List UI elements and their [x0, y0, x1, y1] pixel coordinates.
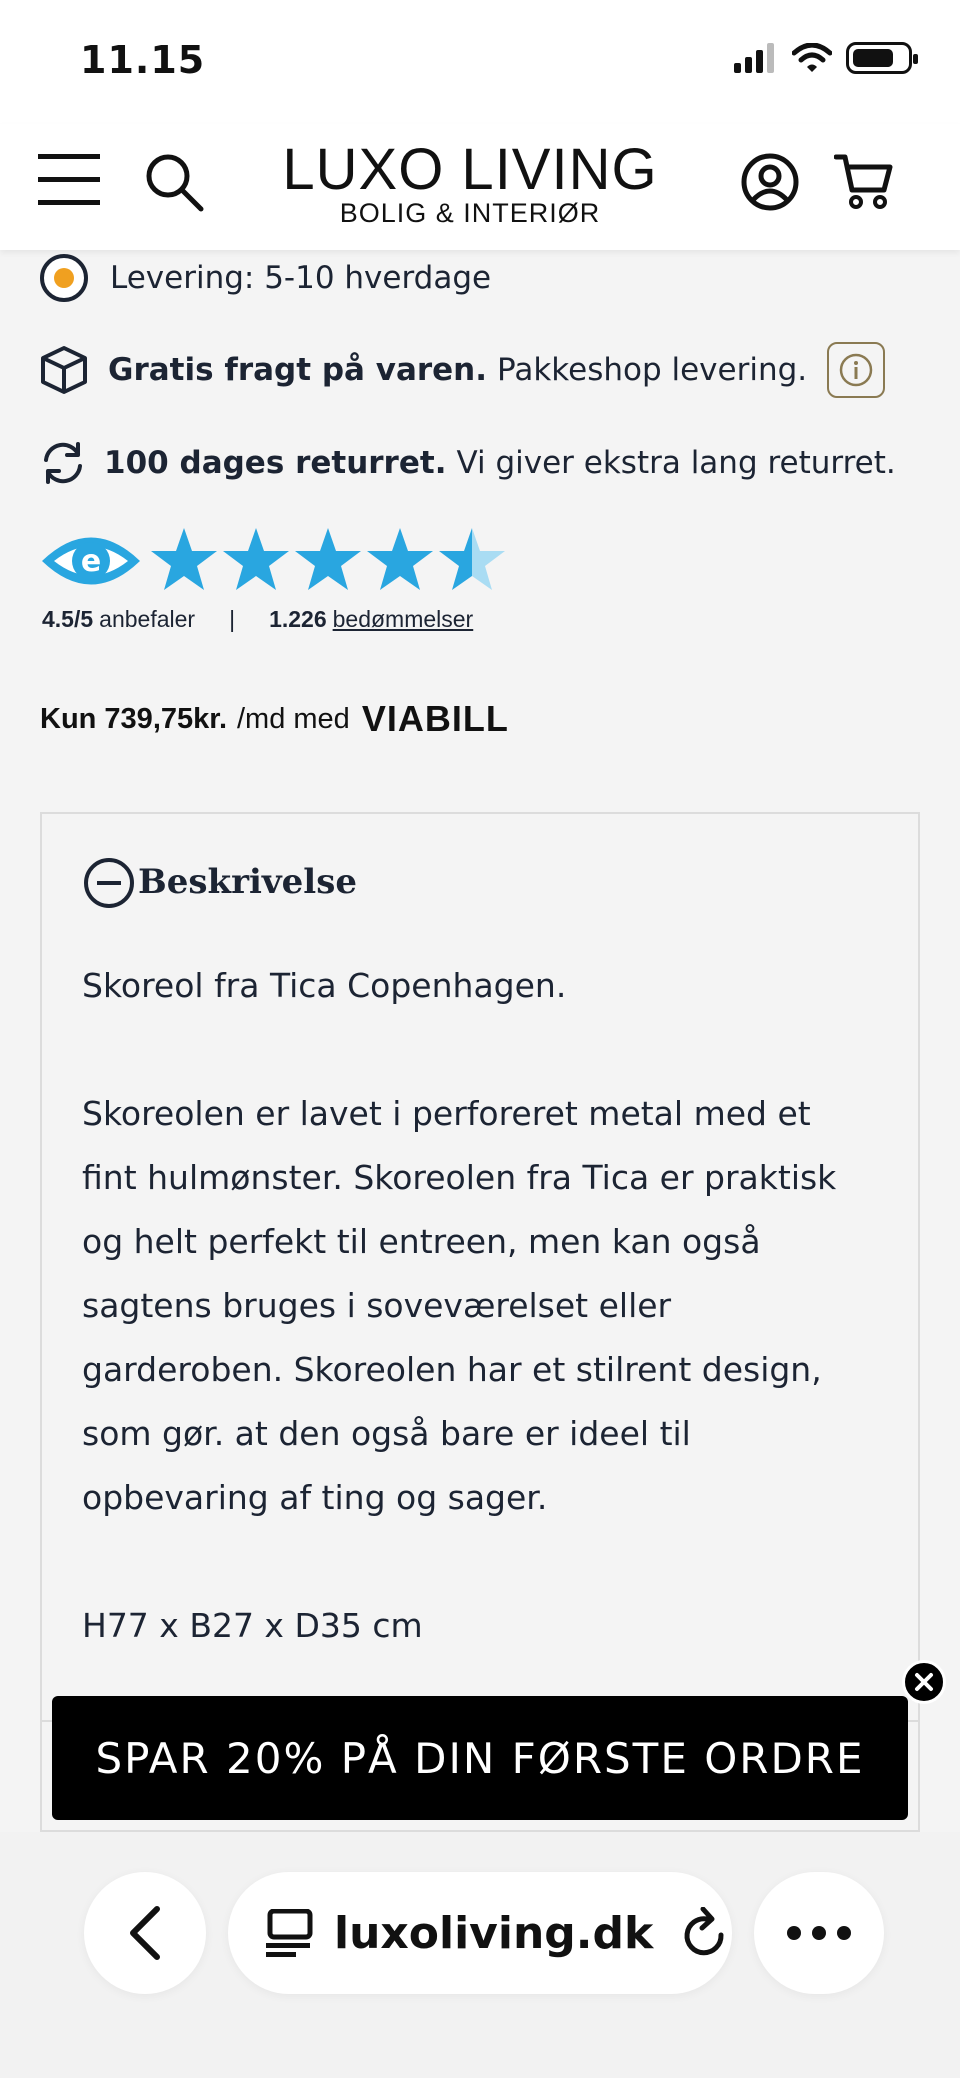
- star-icon-3: [295, 528, 361, 590]
- cellular-signal-icon: [734, 43, 774, 73]
- chevron-left-icon: [130, 1906, 160, 1960]
- menu-icon[interactable]: [38, 152, 100, 208]
- promo-text: SPAR 20% PÅ DIN FØRSTE ORDRE: [95, 1733, 865, 1783]
- cart-icon[interactable]: [834, 152, 894, 212]
- shipping-info: Gratis fragt på varen. Pakkeshop leverin…: [38, 342, 886, 398]
- back-button[interactable]: [84, 1872, 206, 1994]
- site-logo[interactable]: LUXO LIVING BOLIG & INTERIØR: [260, 137, 680, 228]
- rating-score-label: anbefaler: [99, 606, 196, 632]
- delivery-text: Levering: 5-10 hverdage: [110, 260, 492, 296]
- svg-text:e: e: [81, 544, 101, 579]
- rating-stars: [151, 528, 505, 590]
- return-arrows-icon: [44, 442, 82, 484]
- status-bar: 11.15: [0, 0, 960, 124]
- description-dimensions: H77 x B27 x D35 cm: [82, 1606, 423, 1645]
- delivery-info: Levering: 5-10 hverdage: [38, 252, 491, 304]
- description-line: garderoben. Skoreolen har et stilrent de…: [82, 1350, 822, 1389]
- emaerket-logo-icon[interactable]: e: [40, 528, 142, 594]
- reload-icon[interactable]: [681, 1907, 729, 1959]
- star-icon-4: [367, 528, 433, 590]
- star-icon-2: [223, 528, 289, 590]
- logo-main-text: LUXO LIVING: [282, 137, 658, 202]
- close-icon: [915, 1673, 933, 1691]
- logo-sub-text: BOLIG & INTERIØR: [339, 198, 601, 228]
- delivery-status-icon: [40, 254, 88, 302]
- ellipsis-icon: [787, 1926, 851, 1940]
- account-icon[interactable]: [740, 152, 800, 212]
- return-text: Vi giver ekstra lang returret.: [456, 445, 896, 481]
- financing-text: /md med: [237, 702, 350, 735]
- rating-count: 1.226: [269, 606, 327, 632]
- more-options-button[interactable]: [754, 1872, 884, 1994]
- url-text: luxoliving.dk: [334, 1907, 654, 1959]
- description-line: Skoreolen er lavet i perforeret metal me…: [82, 1094, 811, 1133]
- battery-icon: [846, 42, 918, 74]
- description-line: opbevaring af ting og sager.: [82, 1478, 548, 1517]
- description-line: som gør. at den også bare er ideel til: [82, 1414, 691, 1453]
- description-line: fint hulmønster. Skoreolen fra Tica er p…: [82, 1158, 837, 1197]
- collapse-minus-icon[interactable]: [82, 856, 136, 910]
- status-time: 11.15: [80, 38, 206, 82]
- star-icon-5-half: [439, 528, 505, 590]
- rating-caption: 4.5/5 anbefaler | 1.226 bedømmelser: [42, 606, 473, 633]
- promo-close-button[interactable]: [902, 1660, 946, 1704]
- shipping-text: Pakkeshop levering.: [497, 352, 808, 388]
- promo-banner[interactable]: SPAR 20% PÅ DIN FØRSTE ORDRE: [52, 1696, 908, 1820]
- site-header: LUXO LIVING BOLIG & INTERIØR: [0, 124, 960, 250]
- wifi-icon: [792, 43, 832, 72]
- viabill-logo: VIABILL: [361, 698, 509, 739]
- star-icon-1: [151, 528, 217, 590]
- reader-view-icon[interactable]: [264, 1909, 314, 1957]
- description-line: og helt perfekt til entreen, men kan ogs…: [82, 1222, 761, 1261]
- viabill-financing[interactable]: Kun 739,75kr. /md med VIABILL: [40, 698, 509, 740]
- browser-toolbar: luxoliving.dk: [0, 1832, 960, 2078]
- package-icon: [41, 346, 87, 394]
- return-text-bold: 100 dages returret.: [104, 445, 447, 481]
- address-bar[interactable]: luxoliving.dk: [228, 1872, 732, 1994]
- rating-score: 4.5/5: [42, 606, 94, 632]
- shipping-info-button[interactable]: [827, 342, 886, 398]
- description-intro: Skoreol fra Tica Copenhagen.: [82, 966, 567, 1005]
- search-icon[interactable]: [144, 152, 206, 214]
- status-icons: [734, 42, 918, 74]
- return-info: 100 dages returret. Vi giver ekstra lang…: [38, 438, 896, 488]
- shipping-text-bold: Gratis fragt på varen.: [108, 352, 488, 388]
- info-icon: [839, 353, 873, 387]
- description-title[interactable]: Beskrivelse: [138, 862, 357, 902]
- description-line: sagtens bruges i soveværelset eller: [82, 1286, 672, 1325]
- financing-amount: Kun 739,75kr.: [40, 702, 227, 735]
- rating-separator: |: [229, 606, 236, 632]
- rating-count-link[interactable]: bedømmelser: [333, 606, 474, 633]
